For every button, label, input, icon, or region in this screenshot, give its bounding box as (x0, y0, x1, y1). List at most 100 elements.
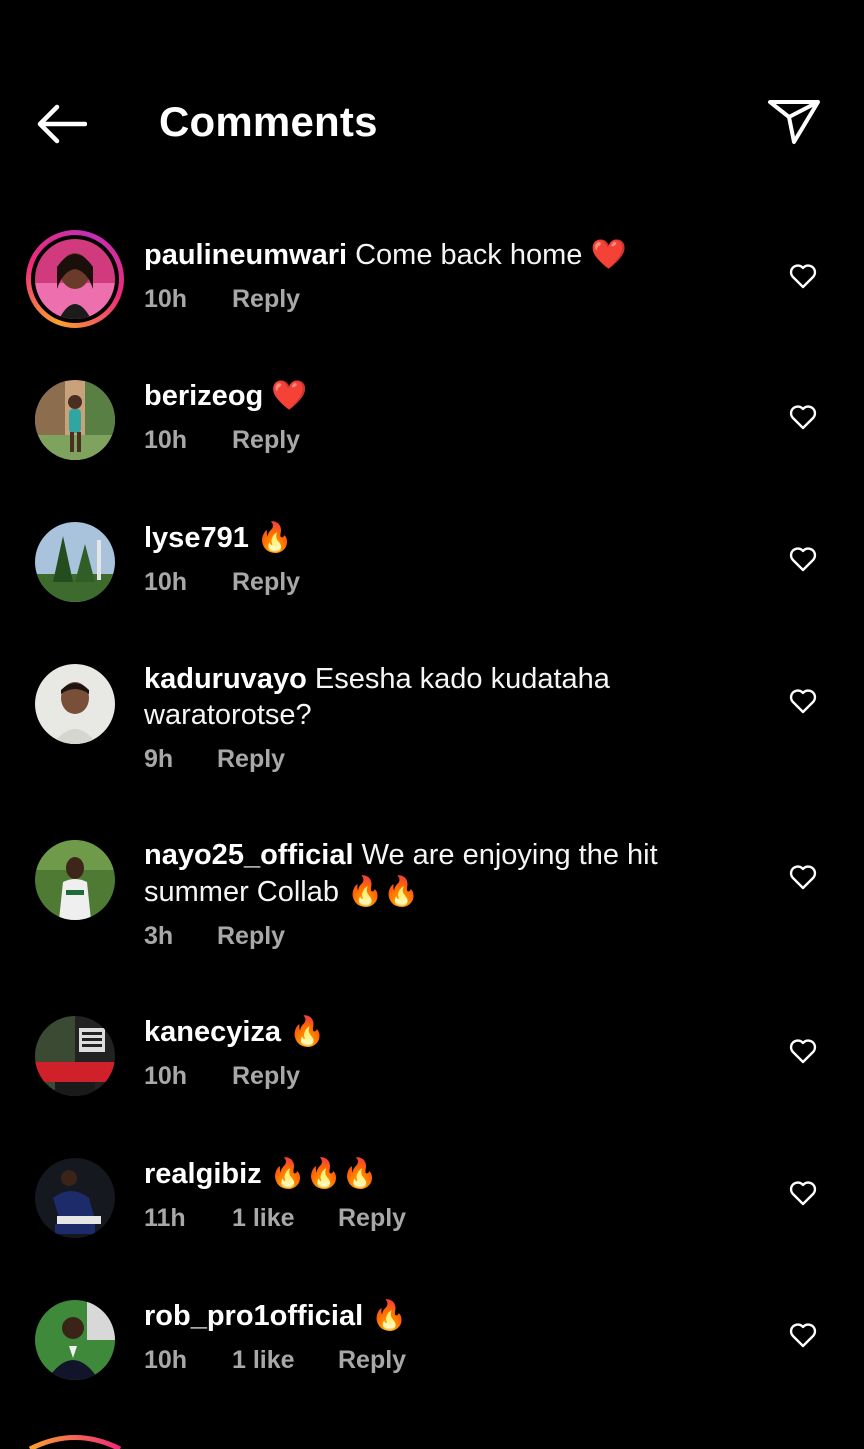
profile-photo (35, 380, 115, 460)
comment-meta: 3h Reply (144, 922, 744, 951)
reply-button[interactable]: Reply (217, 922, 285, 951)
avatar[interactable] (35, 522, 115, 602)
heart-outline-icon (789, 264, 817, 289)
like-button[interactable] (787, 1036, 819, 1066)
comment-time: 10h (144, 1062, 188, 1090)
heart-outline-icon (789, 1039, 817, 1064)
arrow-left-icon (37, 104, 87, 144)
comment-emoji: 🔥 (256, 520, 293, 554)
avatar-image (35, 380, 115, 460)
comment-text: rob_pro1official 🔥 (144, 1297, 744, 1334)
profile-photo (35, 1300, 115, 1380)
comment-username[interactable]: realgibiz (144, 1158, 262, 1190)
avatar-image (35, 840, 115, 920)
share-button[interactable] (766, 96, 822, 148)
comment-time: 10h (144, 1346, 188, 1374)
avatar-image (35, 1158, 115, 1238)
like-button[interactable] (787, 402, 819, 432)
heart-outline-icon (789, 1181, 817, 1206)
comment-username[interactable]: lyse791 (144, 522, 249, 554)
comment-meta: 10h 1 like Reply (144, 1346, 744, 1375)
comment-meta: 10h Reply (144, 568, 744, 597)
like-count[interactable]: 1 like (232, 1346, 338, 1375)
comment-username[interactable]: berizeog (144, 380, 263, 412)
reply-button[interactable]: Reply (217, 745, 285, 774)
avatar-image (35, 1300, 115, 1380)
comment-body: kaduruvayo Esesha kado kudataha waratoro… (144, 661, 744, 774)
comment-text: lyse791 🔥 (144, 519, 744, 556)
avatar-story-ring[interactable] (26, 230, 124, 328)
comment-time: 10h (144, 285, 188, 313)
profile-photo (35, 1016, 115, 1096)
avatar[interactable] (35, 1016, 115, 1096)
comment-emoji: 🔥 (371, 1298, 408, 1332)
reply-button[interactable]: Reply (338, 1204, 406, 1233)
like-button[interactable] (787, 862, 819, 892)
reply-button[interactable]: Reply (232, 568, 300, 597)
comment-body: berizeog ❤️ 10h Reply (144, 377, 744, 455)
comment-message: Come back home (355, 239, 583, 271)
comment-username[interactable]: rob_pro1official (144, 1300, 363, 1332)
partial-avatar-ring (28, 1435, 122, 1449)
like-button[interactable] (787, 1320, 819, 1350)
like-count[interactable]: 1 like (232, 1204, 338, 1233)
comment-emoji: ❤️ (590, 237, 627, 271)
comment-time: 10h (144, 568, 188, 596)
comment-emoji: 🔥🔥🔥 (269, 1156, 379, 1190)
comment-text: berizeog ❤️ (144, 377, 744, 414)
avatar-image (35, 522, 115, 602)
reply-button[interactable]: Reply (232, 285, 300, 314)
avatar (31, 235, 119, 323)
comment-time: 10h (144, 426, 188, 454)
comment-text: realgibiz 🔥🔥🔥 (144, 1155, 744, 1192)
avatar[interactable] (35, 1158, 115, 1238)
heart-outline-icon (789, 547, 817, 572)
comment-time: 9h (144, 745, 174, 773)
avatar[interactable] (35, 1300, 115, 1380)
comment-emoji: 🔥 (289, 1014, 326, 1048)
avatar-image (35, 664, 115, 744)
comment-text: paulineumwari Come back home ❤️ (144, 236, 744, 273)
heart-outline-icon (789, 689, 817, 714)
comment-body: paulineumwari Come back home ❤️ 10h Repl… (144, 236, 744, 314)
comment-emoji: 🔥🔥 (347, 874, 420, 908)
profile-photo (35, 840, 115, 920)
avatar[interactable] (35, 664, 115, 744)
like-button[interactable] (787, 686, 819, 716)
comment-text: kanecyiza 🔥 (144, 1013, 744, 1050)
reply-button[interactable]: Reply (232, 1062, 300, 1091)
comment-username[interactable]: nayo25_official (144, 839, 354, 871)
comment-time: 3h (144, 922, 174, 950)
comment-body: kanecyiza 🔥 10h Reply (144, 1013, 744, 1091)
header-bar: Comments (0, 0, 864, 190)
avatar[interactable] (35, 840, 115, 920)
comment-meta: 10h Reply (144, 285, 744, 314)
like-button[interactable] (787, 261, 819, 291)
avatar[interactable] (35, 380, 115, 460)
heart-outline-icon (789, 405, 817, 430)
comment-body: realgibiz 🔥🔥🔥 11h 1 like Reply (144, 1155, 744, 1233)
profile-photo (35, 522, 115, 602)
page-title: Comments (159, 98, 378, 145)
comment-username[interactable]: kaduruvayo (144, 663, 307, 695)
comment-emoji: ❤️ (271, 378, 308, 412)
like-button[interactable] (787, 544, 819, 574)
like-button[interactable] (787, 1178, 819, 1208)
heart-outline-icon (789, 1323, 817, 1348)
comment-text: kaduruvayo Esesha kado kudataha waratoro… (144, 661, 744, 733)
reply-button[interactable]: Reply (232, 426, 300, 455)
profile-photo (35, 664, 115, 744)
paper-plane-icon (768, 100, 820, 144)
comment-username[interactable]: paulineumwari (144, 239, 347, 271)
reply-button[interactable]: Reply (338, 1346, 406, 1375)
comment-meta: 11h 1 like Reply (144, 1204, 744, 1233)
comment-body: lyse791 🔥 10h Reply (144, 519, 744, 597)
comment-time: 11h (144, 1204, 186, 1232)
comment-username[interactable]: kanecyiza (144, 1016, 281, 1048)
comment-body: nayo25_official We are enjoying the hit … (144, 837, 744, 951)
profile-photo (35, 1158, 115, 1238)
comment-meta: 9h Reply (144, 745, 744, 774)
heart-outline-icon (789, 865, 817, 890)
back-button[interactable] (34, 100, 88, 148)
profile-photo (35, 239, 115, 319)
